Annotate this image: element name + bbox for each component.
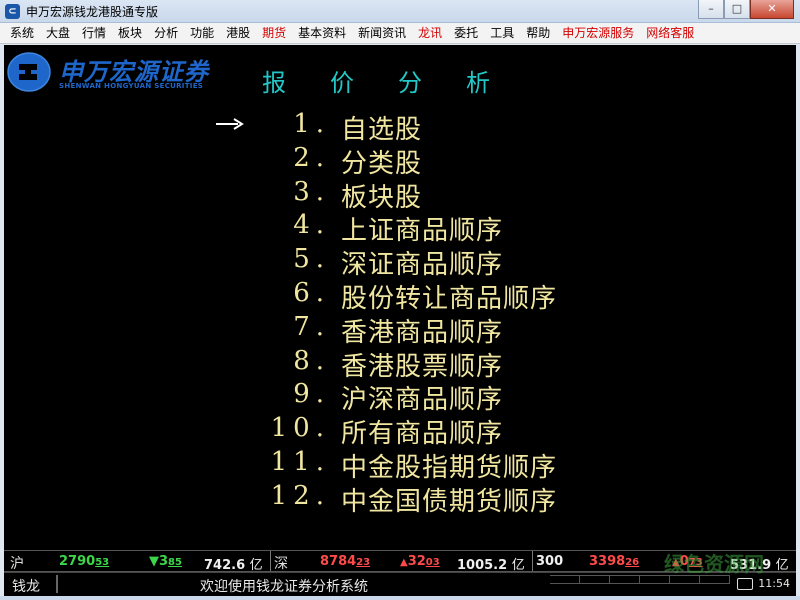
menu-option-label: 香港股票顺序 [341, 351, 504, 382]
sz-index: 878423 [320, 554, 371, 569]
menu-option-9[interactable]: 9. 沪深商品顺序 [4, 379, 796, 416]
menu-option-number: 12. [270, 480, 330, 511]
status-welcome-text: 欢迎使用钱龙证券分析系统 [200, 579, 368, 595]
menu-option-2[interactable]: 2. 分类股 [4, 142, 796, 179]
brand-logo: 申万宏源证券 SHENWAN HONGYUAN SECURITIES [7, 50, 217, 96]
menu-option-label: 中金国债期货顺序 [341, 486, 558, 517]
selection-arrow-icon [216, 118, 244, 130]
menu-option-1[interactable]: 1. 自选股 [4, 109, 796, 145]
sz-change: ▲3203 [400, 554, 440, 569]
window-frame-bottom [0, 596, 800, 600]
menu-option-10[interactable]: 10. 所有商品顺序 [4, 413, 796, 450]
menu-option-4[interactable]: 4. 上证商品顺序 [4, 210, 796, 247]
menu-option-11[interactable]: 11. 中金股指期货顺序 [4, 447, 796, 483]
menu-option-number: 10. [270, 413, 330, 444]
menu-option-label: 香港商品顺序 [341, 317, 504, 348]
maximize-button[interactable]: □ [724, 0, 750, 19]
menu-option-label: 分类股 [341, 148, 423, 179]
brand-name-en: SHENWAN HONGYUAN SECURITIES [59, 82, 204, 90]
menu-item-9[interactable]: 新闻资讯 [352, 23, 412, 44]
menu-option-number: 8. [293, 345, 330, 376]
ticker-divider [270, 551, 271, 571]
menu-item-14[interactable]: 申万宏源服务 [556, 23, 640, 44]
status-indicator-grid [550, 575, 730, 593]
menu-option-label: 板块股 [341, 182, 423, 213]
sh-change: ▼385 [149, 554, 182, 569]
window-title: 申万宏源钱龙港股通专版 [26, 5, 159, 19]
menu-option-5[interactable]: 5. 深证商品顺序 [4, 244, 796, 281]
menu-option-6[interactable]: 6. 股份转让商品顺序 [4, 278, 796, 314]
main-panel: 申万宏源证券 SHENWAN HONGYUAN SECURITIES 报价分析 … [4, 45, 796, 550]
menu-item-13[interactable]: 帮助 [520, 23, 556, 44]
menu-option-label: 沪深商品顺序 [341, 385, 504, 416]
menu-item-10[interactable]: 龙讯 [412, 23, 448, 44]
menu-item-4[interactable]: 分析 [148, 23, 184, 44]
sh-index: 279053 [59, 554, 110, 569]
menu-option-label: 自选股 [341, 115, 423, 145]
csi300-change: ▲073 [672, 554, 703, 569]
menu-item-5[interactable]: 功能 [184, 23, 220, 44]
minimize-button[interactable]: – [698, 0, 724, 19]
csi300-index: 339826 [589, 554, 640, 569]
menu-option-number: 5. [293, 244, 330, 275]
ticker-divider [532, 551, 533, 571]
status-app-name: 钱龙 [12, 579, 40, 595]
menu-item-2[interactable]: 行情 [76, 23, 112, 44]
sh-volume: 742.6 亿 [204, 558, 263, 573]
app-icon: ⊂ [5, 4, 20, 19]
menu-option-label: 所有商品顺序 [341, 419, 504, 450]
screen-title-char: 价 [330, 69, 354, 97]
menu-item-15[interactable]: 网络客服 [640, 23, 700, 44]
keyboard-icon[interactable] [737, 578, 753, 590]
menu-item-6[interactable]: 港股 [220, 23, 256, 44]
menu-option-label: 上证商品顺序 [341, 216, 504, 247]
csi300-volume: 531.9 亿 [730, 558, 789, 573]
sz-label: 深 [274, 556, 288, 572]
menu-option-number: 7. [293, 311, 330, 342]
menu-option-number: 9. [293, 379, 330, 410]
menu-option-number: 3. [293, 176, 330, 207]
window-titlebar: ⊂ 申万宏源钱龙港股通专版 – □ ✕ [0, 0, 800, 23]
window-controls: – □ ✕ [698, 0, 794, 19]
menu-option-number: 11. [270, 447, 330, 477]
screen-title-char: 报 [262, 69, 286, 97]
close-button[interactable]: ✕ [750, 0, 794, 19]
menu-item-1[interactable]: 大盘 [40, 23, 76, 44]
market-ticker: 沪 279053 ▼385 742.6 亿 深 878423 ▲3203 100… [4, 550, 796, 573]
menu-option-number: 1. [293, 109, 330, 139]
menu-option-number: 2. [293, 142, 330, 173]
menu-option-7[interactable]: 7. 香港商品顺序 [4, 311, 796, 348]
screen-title: 报价分析 [262, 63, 490, 98]
sh-label: 沪 [10, 556, 24, 572]
brand-logo-icon [7, 52, 51, 92]
menu-option-label: 深证商品顺序 [341, 250, 504, 281]
screen-title-char: 析 [466, 69, 490, 97]
menu-bar: 系统 大盘 行情 板块 分析 功能 港股 期货 基本资料 新闻资讯 龙讯 委托 工具 帮助 申万宏源服务 网络… [0, 23, 800, 44]
sz-volume: 1005.2 亿 [457, 558, 525, 573]
status-clock: 11:54 [758, 577, 790, 590]
menu-item-8[interactable]: 基本资料 [292, 23, 352, 44]
menu-option-8[interactable]: 8. 香港股票顺序 [4, 345, 796, 382]
status-bar: 钱龙 欢迎使用钱龙证券分析系统 11:54 [4, 572, 796, 596]
screen-title-char: 分 [398, 69, 422, 97]
menu-item-7[interactable]: 期货 [256, 23, 292, 44]
csi300-label: 300 [536, 554, 564, 569]
status-divider [56, 575, 58, 593]
menu-option-number: 6. [293, 278, 330, 308]
menu-option-12[interactable]: 12. 中金国债期货顺序 [4, 480, 796, 517]
menu-option-label: 股份转让商品顺序 [341, 284, 558, 314]
menu-item-0[interactable]: 系统 [4, 23, 40, 44]
menu-option-3[interactable]: 3. 板块股 [4, 176, 796, 213]
menu-option-number: 4. [293, 210, 330, 241]
menu-item-12[interactable]: 工具 [484, 23, 520, 44]
menu-option-label: 中金股指期货顺序 [341, 453, 558, 483]
menu-item-11[interactable]: 委托 [448, 23, 484, 44]
menu-item-3[interactable]: 板块 [112, 23, 148, 44]
